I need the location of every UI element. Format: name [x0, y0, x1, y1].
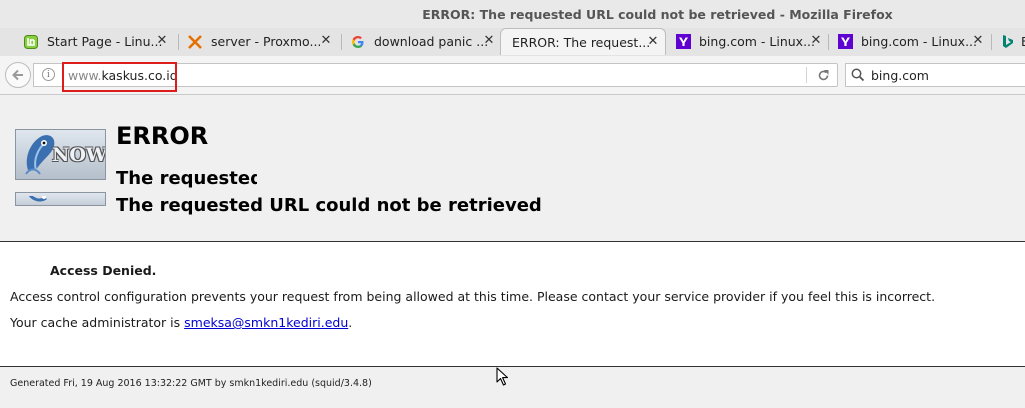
window-title: ERROR: The requested URL could not be re… — [422, 7, 893, 22]
error-subheading-clipped: The requested URL could not be retrieved — [116, 168, 257, 189]
url-highlight-box — [62, 62, 177, 92]
tab-bing-linux-1[interactable]: bing.com - Linux... ✕ — [666, 28, 828, 55]
reload-button[interactable] — [814, 66, 832, 84]
search-bar[interactable]: bing.com — [845, 63, 1025, 87]
tab-label: Start Page - Linu... — [47, 34, 163, 49]
error-header: NOW ERROR The requested URL could not be… — [0, 95, 1025, 242]
close-icon[interactable]: ✕ — [156, 34, 168, 47]
close-icon[interactable]: ✕ — [647, 35, 659, 48]
page-footer: Generated Fri, 19 Aug 2016 13:32:22 GMT … — [0, 366, 1025, 408]
tab-label: bing.com - Linux... — [861, 34, 977, 49]
logo-text: NOW — [52, 144, 106, 166]
error-heading: ERROR — [116, 122, 209, 150]
tab-label: bing.com - Linux... — [699, 34, 815, 49]
admin-prefix: Your cache administrator is — [10, 315, 185, 330]
tab-start-page[interactable]: Start Page - Linu... ✕ — [14, 28, 174, 55]
google-icon — [350, 34, 366, 50]
window-titlebar[interactable]: ERROR: The requested URL could not be re… — [0, 0, 1025, 28]
footer-text: Generated Fri, 19 Aug 2016 13:32:22 GMT … — [10, 378, 372, 389]
tab-download-panic[interactable]: download panic ... ✕ — [341, 28, 501, 55]
close-icon[interactable]: ✕ — [972, 34, 984, 47]
page-content: NOW ERROR The requested URL could not be… — [0, 95, 1025, 408]
mouse-cursor-icon — [496, 367, 509, 386]
error-subheading: The requested URL could not be retrieved — [116, 195, 542, 216]
yahoo-icon — [837, 34, 853, 50]
yahoo-icon — [675, 34, 691, 50]
info-icon[interactable]: i — [42, 68, 55, 81]
tab-strip: Start Page - Linu... ✕ server - Proxmo..… — [0, 28, 1025, 56]
admin-email-link[interactable]: smeksa@smkn1kediri.edu — [184, 315, 348, 330]
back-arrow-icon — [12, 69, 23, 81]
close-icon[interactable]: ✕ — [483, 34, 495, 47]
tab-error-active[interactable]: ERROR: The request... ✕ — [500, 28, 666, 55]
close-icon[interactable]: ✕ — [320, 34, 332, 47]
linux-mint-icon — [23, 34, 39, 50]
squid-logo: NOW — [15, 129, 106, 180]
proxmox-icon — [187, 34, 203, 50]
tab-label: ERROR: The request... — [512, 34, 651, 50]
admin-contact: Your cache administrator is smeksa@smkn1… — [10, 315, 352, 330]
access-denied-label: Access Denied. — [50, 263, 157, 278]
tab-bing-linux-2[interactable]: bing.com - Linux... ✕ — [828, 28, 990, 55]
search-icon — [851, 68, 865, 82]
squid-logo-partial — [15, 192, 106, 206]
url-bar-divider — [806, 67, 807, 83]
reload-icon — [818, 69, 828, 80]
tab-label: server - Proxmo... — [211, 34, 322, 49]
tab-label: download panic ... — [374, 34, 489, 49]
search-input[interactable]: bing.com — [871, 68, 929, 83]
back-button[interactable] — [5, 62, 31, 88]
bing-icon — [1000, 34, 1016, 50]
tab-label: B — [1021, 34, 1025, 49]
tab-bing-partial[interactable]: B — [991, 28, 1025, 55]
tab-proxmox[interactable]: server - Proxmo... ✕ — [178, 28, 338, 55]
error-message: Access control configuration prevents yo… — [10, 289, 936, 304]
close-icon[interactable]: ✕ — [810, 34, 822, 47]
admin-suffix: . — [348, 315, 353, 330]
